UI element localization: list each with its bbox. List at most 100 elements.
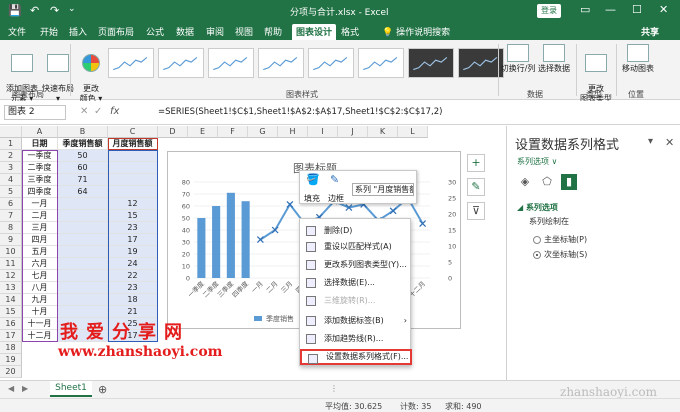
- column-header[interactable]: J: [338, 126, 368, 138]
- tab-formulas[interactable]: 公式: [146, 25, 164, 38]
- table-cell[interactable]: 十月: [22, 306, 58, 318]
- outline-icon[interactable]: ✎: [330, 173, 339, 186]
- chart-style-6[interactable]: [358, 48, 404, 78]
- tab-help[interactable]: 帮助: [264, 25, 282, 38]
- series-options-dropdown[interactable]: 系列选项 ∨: [517, 156, 557, 167]
- table-cell[interactable]: 二月: [22, 210, 58, 222]
- column-header[interactable]: B: [58, 126, 108, 138]
- sheet-next-icon[interactable]: ▶: [22, 384, 28, 393]
- series-options-section[interactable]: ◢ 系列选项: [517, 202, 558, 213]
- login-button[interactable]: 登录: [537, 4, 561, 18]
- table-cell[interactable]: 一季度: [22, 150, 58, 162]
- row-header[interactable]: 3: [0, 162, 22, 174]
- select-all-corner[interactable]: [0, 126, 22, 138]
- table-cell[interactable]: 60: [58, 162, 108, 174]
- context-menu-item[interactable]: 设置数据系列格式(F)...: [300, 349, 412, 365]
- row-header[interactable]: 16: [0, 318, 22, 330]
- table-header-cell[interactable]: 季度销售额: [58, 138, 108, 150]
- column-header[interactable]: L: [398, 126, 428, 138]
- table-cell[interactable]: 四季度: [22, 186, 58, 198]
- context-menu-item[interactable]: 重设以匹配样式(A): [300, 239, 412, 255]
- table-cell[interactable]: 24: [108, 258, 158, 270]
- table-cell[interactable]: 十二月: [22, 330, 58, 342]
- redo-icon[interactable]: ↷: [50, 4, 59, 17]
- row-header[interactable]: 9: [0, 234, 22, 246]
- table-cell[interactable]: [58, 198, 108, 210]
- table-cell[interactable]: [108, 174, 158, 186]
- chart-style-5[interactable]: [308, 48, 354, 78]
- table-cell[interactable]: 19: [108, 246, 158, 258]
- restore-icon[interactable]: ☐: [632, 3, 642, 16]
- table-cell[interactable]: 64: [58, 186, 108, 198]
- row-header[interactable]: 4: [0, 174, 22, 186]
- new-sheet-icon[interactable]: ⊕: [98, 383, 107, 396]
- table-cell[interactable]: [108, 150, 158, 162]
- tab-format[interactable]: 格式: [341, 25, 359, 38]
- table-cell[interactable]: 22: [108, 270, 158, 282]
- move-chart-button[interactable]: 移动图表: [618, 44, 658, 74]
- row-header[interactable]: 7: [0, 210, 22, 222]
- chart-style-2[interactable]: [158, 48, 204, 78]
- table-cell[interactable]: 十一月: [22, 318, 58, 330]
- table-header-cell[interactable]: 月度销售额: [108, 138, 158, 150]
- column-header[interactable]: I: [308, 126, 338, 138]
- save-icon[interactable]: 💾: [8, 4, 22, 17]
- table-cell[interactable]: [58, 270, 108, 282]
- tab-review[interactable]: 审阅: [206, 25, 224, 38]
- table-cell[interactable]: 71: [58, 174, 108, 186]
- table-cell[interactable]: 12: [108, 198, 158, 210]
- row-header[interactable]: 18: [0, 342, 22, 354]
- secondary-axis-radio[interactable]: 次坐标轴(S): [533, 249, 587, 260]
- undo-icon[interactable]: ↶: [30, 4, 39, 17]
- context-menu-item[interactable]: 添加数据标签(B) ›: [300, 313, 412, 329]
- chart-style-1[interactable]: [108, 48, 154, 78]
- row-header[interactable]: 1: [0, 138, 22, 150]
- chart-filters-button[interactable]: ⊽: [467, 202, 485, 220]
- table-cell[interactable]: [58, 282, 108, 294]
- row-header[interactable]: 2: [0, 150, 22, 162]
- table-cell[interactable]: [58, 258, 108, 270]
- row-header[interactable]: 10: [0, 246, 22, 258]
- tab-home[interactable]: 开始: [40, 25, 58, 38]
- series-selector[interactable]: 系列 "月度销售额" ▾: [352, 183, 414, 196]
- column-header[interactable]: K: [368, 126, 398, 138]
- customize-qa-icon[interactable]: ⌄: [68, 4, 76, 14]
- table-cell[interactable]: 四月: [22, 234, 58, 246]
- table-cell[interactable]: 三月: [22, 222, 58, 234]
- table-cell[interactable]: [58, 294, 108, 306]
- table-cell[interactable]: 二季度: [22, 162, 58, 174]
- table-cell[interactable]: 21: [108, 306, 158, 318]
- select-data-button[interactable]: 选择数据: [536, 44, 572, 74]
- row-header[interactable]: 8: [0, 222, 22, 234]
- table-cell[interactable]: 18: [108, 294, 158, 306]
- table-cell[interactable]: 六月: [22, 258, 58, 270]
- fill-icon[interactable]: 🪣: [306, 173, 320, 186]
- row-header[interactable]: 17: [0, 330, 22, 342]
- tab-file[interactable]: 文件: [8, 25, 26, 38]
- tab-chart-design[interactable]: 图表设计: [292, 24, 337, 40]
- tell-me-search[interactable]: 💡 操作说明搜索: [382, 25, 450, 38]
- row-header[interactable]: 6: [0, 198, 22, 210]
- column-header[interactable]: F: [218, 126, 248, 138]
- table-cell[interactable]: [58, 210, 108, 222]
- table-cell[interactable]: 七月: [22, 270, 58, 282]
- column-header[interactable]: A: [22, 126, 58, 138]
- change-colors-button[interactable]: 更改 颜色 ▾: [78, 44, 104, 104]
- table-cell[interactable]: 九月: [22, 294, 58, 306]
- close-icon[interactable]: ✕: [659, 3, 668, 16]
- primary-axis-radio[interactable]: 主坐标轴(P): [533, 234, 587, 245]
- column-header[interactable]: C: [108, 126, 158, 138]
- fill-line-tab-icon[interactable]: ◈: [517, 174, 533, 190]
- row-header[interactable]: 14: [0, 294, 22, 306]
- chart-style-4[interactable]: [258, 48, 304, 78]
- tab-page-layout[interactable]: 页面布局: [98, 25, 134, 38]
- sheet-tab-sheet1[interactable]: Sheet1: [50, 381, 92, 397]
- enter-icon[interactable]: ✓: [94, 106, 102, 117]
- table-cell[interactable]: 一月: [22, 198, 58, 210]
- series-options-tab-icon[interactable]: ▮: [561, 174, 577, 190]
- column-header[interactable]: G: [248, 126, 278, 138]
- table-cell[interactable]: 15: [108, 210, 158, 222]
- column-header[interactable]: H: [278, 126, 308, 138]
- row-header[interactable]: 5: [0, 186, 22, 198]
- row-header[interactable]: 15: [0, 306, 22, 318]
